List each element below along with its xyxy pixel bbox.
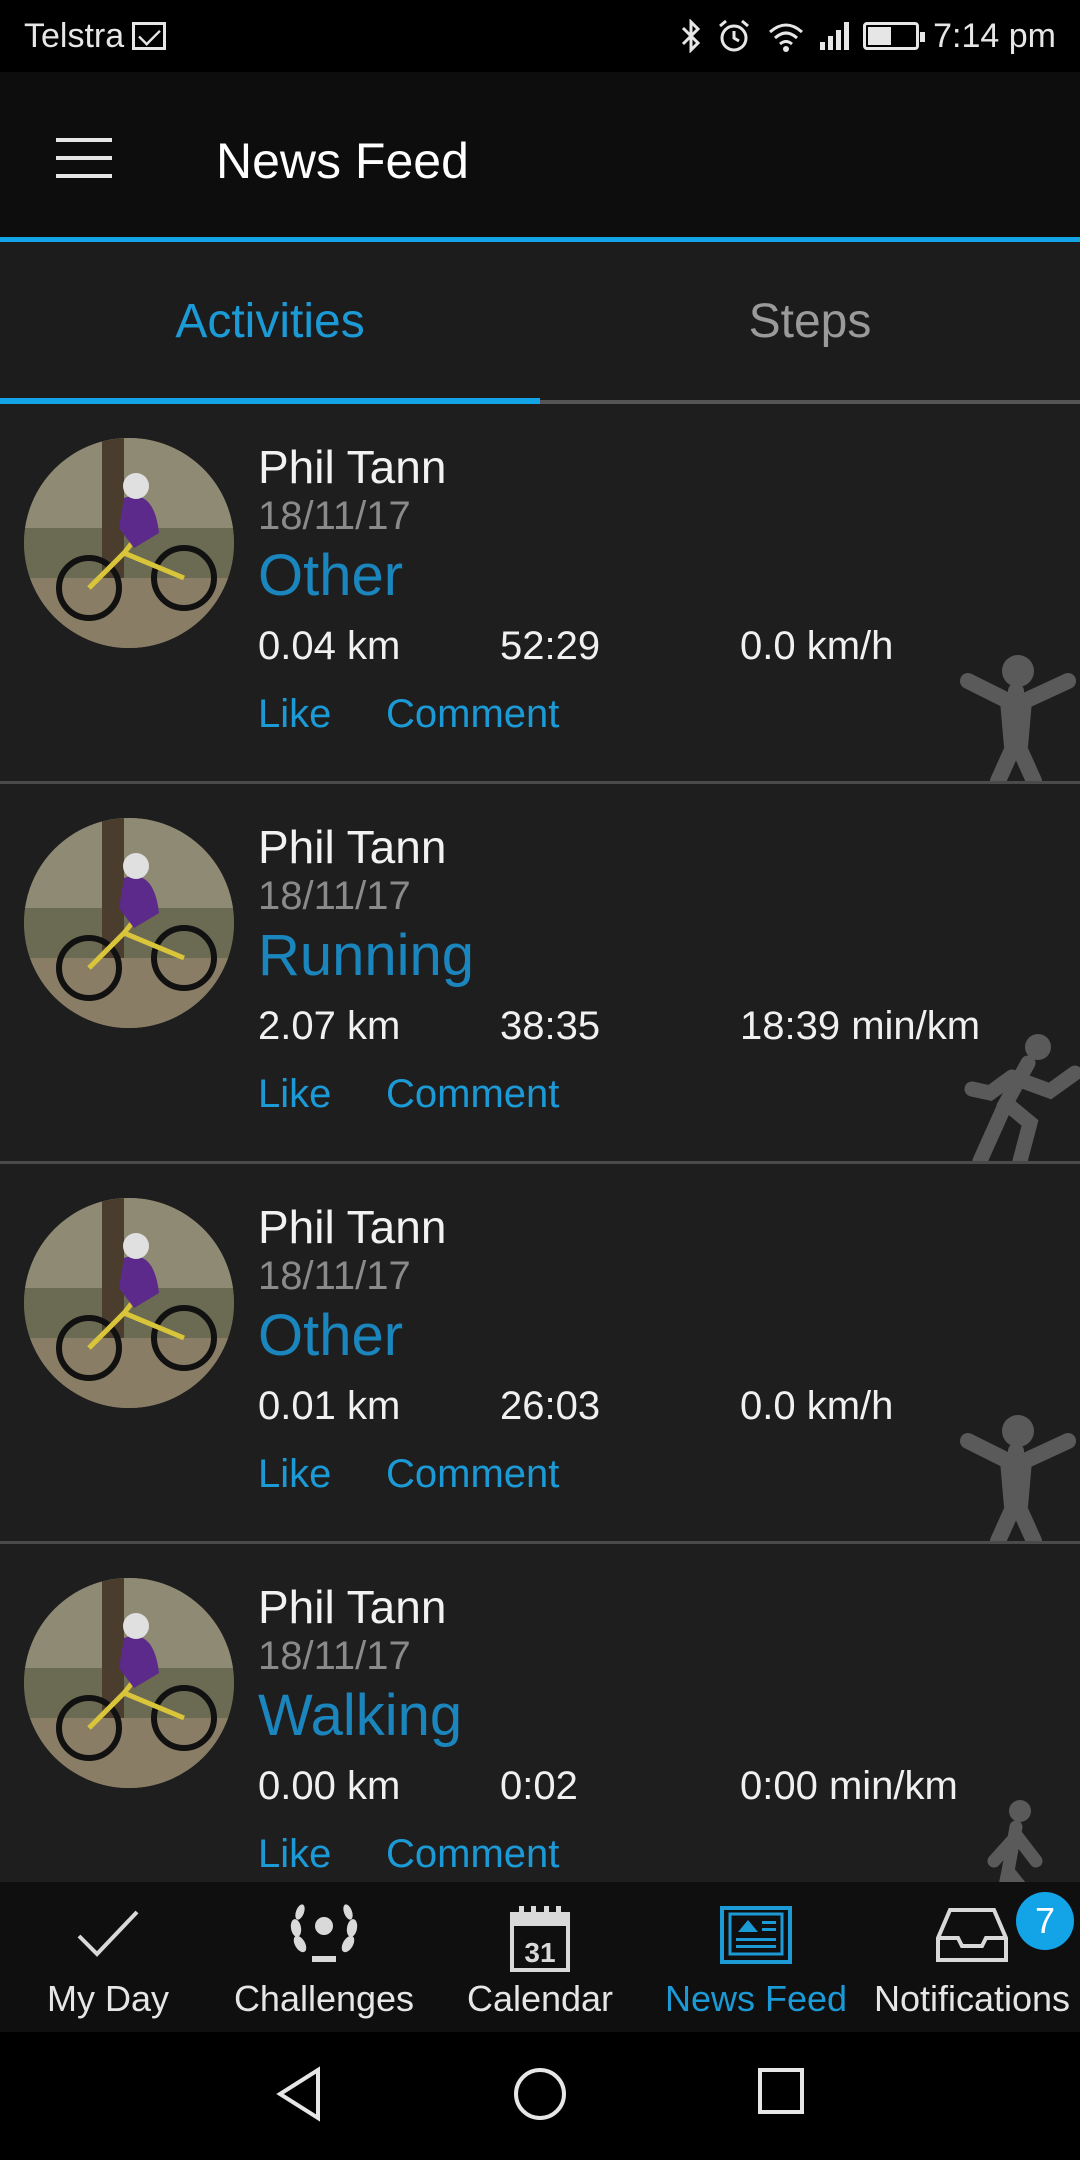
user-name[interactable]: Phil Tann [258, 1200, 446, 1254]
activity-duration: 0:02 [500, 1764, 578, 1808]
walking-icon [950, 1791, 1080, 1882]
running-icon [950, 1031, 1080, 1169]
tab-activities[interactable]: Activities [0, 247, 540, 404]
activity-distance: 2.07 km [258, 1004, 401, 1048]
wifi-icon [769, 23, 804, 52]
comment-button[interactable]: Comment [386, 1832, 559, 1877]
status-bar: Telstra 7:14 pm [0, 0, 1080, 72]
checkmark-icon [77, 1910, 139, 1957]
activity-date: 18/11/17 [258, 1634, 411, 1678]
activity-date: 18/11/17 [258, 874, 411, 918]
activity-pace: 0:00 min/km [740, 1764, 958, 1808]
user-name[interactable]: Phil Tann [258, 440, 446, 494]
inbox-icon [936, 1908, 1008, 1962]
nav-label: Calendar [466, 1978, 614, 2019]
comment-button[interactable]: Comment [386, 1452, 559, 1497]
carrier-name: Telstra [24, 16, 125, 55]
feed-item[interactable]: Phil Tann 18/11/17 Walking 0.00 km 0:02 0:00 … [0, 1544, 1080, 1882]
page-title: News Feed [216, 133, 469, 189]
battery-icon [863, 22, 926, 50]
activity-type[interactable]: Walking [258, 1682, 462, 1749]
laurel-icon [290, 1904, 358, 1962]
activity-pace: 18:39 min/km [740, 1004, 981, 1048]
activity-duration: 38:35 [500, 1004, 601, 1048]
activity-type[interactable]: Running [258, 922, 474, 989]
other-activity-icon [950, 1411, 1080, 1549]
activity-duration: 52:29 [500, 624, 601, 668]
system-navigation-bar [0, 2032, 1080, 2160]
activity-date: 18/11/17 [258, 494, 411, 538]
home-icon[interactable] [512, 2066, 568, 2122]
nav-challenges[interactable]: Challenges [216, 1882, 432, 2032]
tab-steps[interactable]: Steps [540, 247, 1080, 400]
nav-calendar[interactable]: 31 Calendar [432, 1882, 648, 2032]
comment-button[interactable]: Comment [386, 692, 559, 737]
activity-duration: 26:03 [500, 1384, 601, 1428]
user-name[interactable]: Phil Tann [258, 820, 446, 874]
bottom-navigation: My Day Challenges 31 Calendar News Feed … [0, 1882, 1080, 2032]
news-feed-list[interactable]: Phil Tann 18/11/17 Other 0.04 km 52:29 0.0 km… [0, 404, 1080, 1882]
nav-label: Challenges [233, 1978, 415, 2019]
activity-distance: 0.00 km [258, 1764, 401, 1808]
calendar-day: 31 [524, 1937, 555, 1968]
signal-icon [820, 22, 850, 50]
nav-my-day[interactable]: My Day [0, 1882, 216, 2032]
avatar[interactable] [24, 1578, 234, 1788]
activity-distance: 0.01 km [258, 1384, 401, 1428]
newspaper-icon [720, 1906, 792, 1964]
activity-pace: 0.0 km/h [740, 624, 894, 668]
activity-type[interactable]: Other [258, 1302, 403, 1369]
like-button[interactable]: Like [258, 1452, 331, 1497]
alarm-icon [719, 19, 750, 52]
activity-distance: 0.04 km [258, 624, 401, 668]
feed-item[interactable]: Phil Tann 18/11/17 Other 0.04 km 52:29 0.0 km… [0, 404, 1080, 789]
notification-badge: 7 [1016, 1892, 1074, 1950]
mail-icon [132, 22, 167, 50]
nav-notifications[interactable]: 7 Notifications [864, 1882, 1080, 2032]
avatar[interactable] [24, 818, 234, 1028]
like-button[interactable]: Like [258, 692, 331, 737]
tab-bar: Activities Steps [0, 247, 1080, 404]
like-button[interactable]: Like [258, 1832, 331, 1877]
bluetooth-icon [682, 19, 701, 53]
other-activity-icon [950, 651, 1080, 789]
nav-news-feed[interactable]: News Feed [648, 1882, 864, 2032]
clock-time: 7:14 pm [933, 16, 1056, 55]
nav-label: Notifications [873, 1978, 1071, 2019]
user-name[interactable]: Phil Tann [258, 1580, 446, 1634]
hamburger-menu-icon[interactable] [56, 138, 112, 178]
app-bar: News Feed [0, 72, 1080, 242]
recents-icon[interactable] [756, 2066, 806, 2116]
feed-item[interactable]: Phil Tann 18/11/17 Other 0.01 km 26:03 0.0 km… [0, 1164, 1080, 1549]
comment-button[interactable]: Comment [386, 1072, 559, 1117]
nav-label: My Day [46, 1978, 169, 2019]
nav-label: News Feed [664, 1978, 848, 2019]
activity-type[interactable]: Other [258, 542, 403, 609]
feed-item[interactable]: Phil Tann 18/11/17 Running 2.07 km 38:35 18:3… [0, 784, 1080, 1169]
activity-pace: 0.0 km/h [740, 1384, 894, 1428]
activity-date: 18/11/17 [258, 1254, 411, 1298]
back-icon[interactable] [274, 2066, 324, 2122]
like-button[interactable]: Like [258, 1072, 331, 1117]
avatar[interactable] [24, 438, 234, 648]
avatar[interactable] [24, 1198, 234, 1408]
calendar-icon: 31 [510, 1906, 570, 1972]
